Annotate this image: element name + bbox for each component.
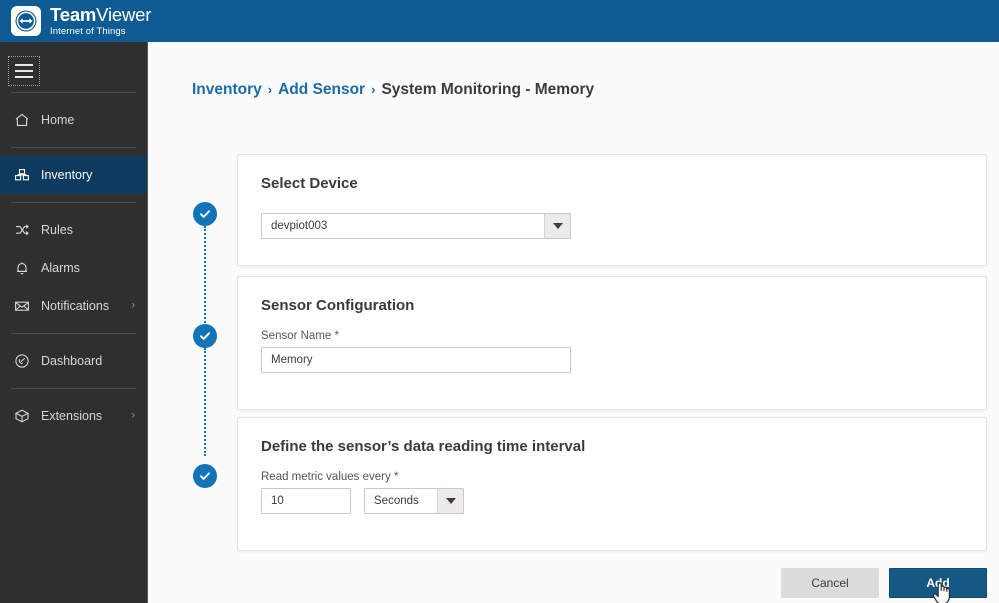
step-indicator-select-device xyxy=(193,202,217,226)
brand-logo[interactable]: TeamViewer Internet of Things xyxy=(0,4,152,37)
home-icon xyxy=(12,110,32,130)
brand-name-light: Viewer xyxy=(96,4,152,25)
breadcrumb-inventory[interactable]: Inventory xyxy=(192,81,262,98)
sidebar-item-alarms[interactable]: Alarms xyxy=(0,249,147,287)
breadcrumb-separator-icon: › xyxy=(267,82,273,97)
chevron-down-icon[interactable] xyxy=(437,489,463,513)
chevron-right-icon: › xyxy=(131,409,135,422)
check-circle-icon xyxy=(200,332,210,340)
brand-tagline: Internet of Things xyxy=(50,25,126,37)
sensor-name-row xyxy=(238,347,986,373)
breadcrumb-current: System Monitoring - Memory xyxy=(381,81,595,98)
sensor-name-input[interactable] xyxy=(261,347,571,373)
card-title-time-interval: Define the sensor’s data reading time in… xyxy=(261,438,586,455)
step-indicator-time-interval xyxy=(193,464,217,488)
breadcrumb-add-sensor[interactable]: Add Sensor xyxy=(278,81,365,98)
sidebar-divider xyxy=(11,202,136,203)
sidebar-item-label: Notifications xyxy=(41,299,110,313)
sidebar-item-label: Home xyxy=(41,113,75,127)
brand-text: TeamViewer Internet of Things xyxy=(50,4,152,37)
select-device-row: devpiot003 xyxy=(238,192,986,239)
sidebar-divider xyxy=(11,333,136,334)
hamburger-bar xyxy=(15,70,33,72)
sidebar-item-label: Alarms xyxy=(41,261,80,275)
card-time-interval: Define the sensor’s data reading time in… xyxy=(237,417,987,551)
gauge-icon xyxy=(12,351,32,371)
device-select[interactable]: devpiot003 xyxy=(261,213,571,239)
card-title-select-device: Select Device xyxy=(261,175,358,192)
card-title-sensor-configuration: Sensor Configuration xyxy=(261,297,415,314)
chevron-right-icon: › xyxy=(131,299,135,312)
card-sensor-configuration: Sensor Configuration Sensor Name * xyxy=(237,276,987,410)
rules-shuffle-icon xyxy=(12,220,32,240)
sidebar-nav: Home Inventory Rules Alarms Notification… xyxy=(0,42,148,603)
sensor-name-label: Sensor Name * xyxy=(261,330,339,342)
breadcrumb-separator-icon: › xyxy=(371,82,376,97)
hamburger-menu-icon[interactable] xyxy=(8,56,40,86)
sidebar-item-rules[interactable]: Rules xyxy=(0,211,147,249)
interval-label: Read metric values every * xyxy=(261,471,399,483)
teamviewer-arrows-icon xyxy=(11,6,41,36)
hamburger-bar xyxy=(15,64,33,66)
interval-unit-value: Seconds xyxy=(374,495,419,507)
card-select-device: Select Device devpiot003 xyxy=(237,154,987,266)
add-button[interactable]: Add xyxy=(889,568,987,598)
sidebar-item-home[interactable]: Home xyxy=(0,101,147,139)
package-icon xyxy=(12,406,32,426)
check-circle-icon xyxy=(200,472,210,480)
device-select-value: devpiot003 xyxy=(271,220,328,232)
app-header: TeamViewer Internet of Things xyxy=(0,0,999,42)
sidebar-item-label: Dashboard xyxy=(41,354,103,368)
step-indicator-sensor-configuration xyxy=(193,324,217,348)
sidebar-item-label: Extensions xyxy=(41,409,103,423)
sidebar-item-label: Rules xyxy=(41,223,73,237)
check-circle-icon xyxy=(200,210,210,218)
sidebar-item-dashboard[interactable]: Dashboard xyxy=(0,342,147,380)
sidebar-divider xyxy=(11,388,136,389)
sidebar-divider xyxy=(11,92,136,93)
envelope-icon xyxy=(12,296,32,316)
brand-name: TeamViewer xyxy=(50,4,152,25)
sidebar-item-extensions[interactable]: Extensions › xyxy=(0,397,147,435)
step-connector-line xyxy=(204,348,206,456)
bell-icon xyxy=(12,258,32,278)
cancel-button[interactable]: Cancel xyxy=(781,568,879,598)
inventory-boxes-icon xyxy=(12,165,32,185)
brand-name-bold: Team xyxy=(50,4,97,25)
interval-row: Seconds xyxy=(238,488,986,514)
sidebar-item-notifications[interactable]: Notifications › xyxy=(0,287,147,325)
sidebar-divider xyxy=(11,147,136,148)
chevron-down-icon[interactable] xyxy=(544,214,570,238)
sidebar-item-inventory[interactable]: Inventory xyxy=(0,156,147,194)
breadcrumb: Inventory › Add Sensor › System Monitoring -… xyxy=(192,81,594,99)
hamburger-bar xyxy=(15,76,33,78)
interval-value-input[interactable] xyxy=(261,488,351,514)
interval-unit-select[interactable]: Seconds xyxy=(364,488,464,514)
form-actions: Cancel Add xyxy=(237,566,987,600)
main-content: Inventory › Add Sensor › System Monitoring -… xyxy=(149,42,999,603)
sidebar-item-label: Inventory xyxy=(41,168,93,182)
app-root: TeamViewer Internet of Things Home Inven… xyxy=(0,0,999,603)
step-connector-line xyxy=(204,226,206,334)
